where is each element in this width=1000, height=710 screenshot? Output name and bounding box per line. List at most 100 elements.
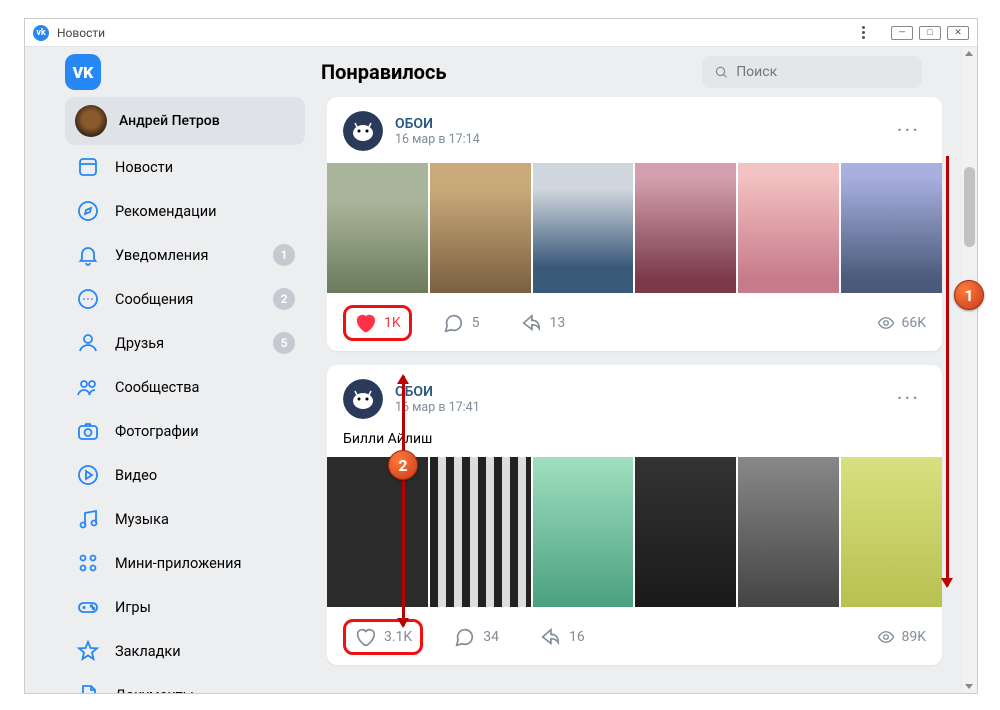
sidebar-label: Музыка	[115, 511, 295, 528]
maximize-button[interactable]: □	[919, 26, 941, 40]
sidebar-item-messages[interactable]: Сообщения 2	[65, 277, 305, 321]
comment-count: 5	[472, 315, 480, 331]
search-input[interactable]	[736, 64, 910, 80]
sidebar-label: Сообщения	[115, 291, 259, 308]
share-icon	[539, 626, 561, 648]
views: 89K	[877, 628, 926, 646]
gallery-image[interactable]	[327, 163, 428, 293]
post-more-icon[interactable]: ···	[897, 119, 926, 144]
star-icon	[75, 638, 101, 664]
heart-icon	[354, 626, 376, 648]
share-button[interactable]: 16	[529, 622, 595, 652]
app-window: vk Новости — □ ✕ VK Понравилось	[24, 18, 978, 694]
sidebar-item-music[interactable]: Музыка	[65, 497, 305, 541]
sidebar-item-notifications[interactable]: Уведомления 1	[65, 233, 305, 277]
share-button[interactable]: 13	[510, 308, 576, 338]
gallery-image[interactable]	[841, 163, 942, 293]
avatar	[75, 105, 107, 137]
sidebar-item-groups[interactable]: Сообщества	[65, 365, 305, 409]
menu-kebab-icon[interactable]	[853, 26, 873, 39]
gallery-image[interactable]	[841, 457, 942, 607]
badge: 5	[273, 332, 295, 354]
sidebar-item-bookmarks[interactable]: Закладки	[65, 629, 305, 673]
post: ОБОИ 16 мар в 17:41 ··· Билли Айлиш	[327, 365, 942, 665]
post-date: 16 мар в 17:41	[395, 400, 480, 415]
comment-count: 34	[483, 629, 499, 645]
sidebar-label: Мини-приложения	[115, 555, 295, 572]
sidebar-item-miniapps[interactable]: Мини-приложения	[65, 541, 305, 585]
apps-icon	[75, 550, 101, 576]
sidebar-label: Уведомления	[115, 247, 259, 264]
profile-link[interactable]: Андрей Петров	[65, 97, 305, 145]
sidebar-label: Фотографии	[115, 423, 295, 440]
sidebar-item-video[interactable]: Видео	[65, 453, 305, 497]
annotation-arrow	[946, 156, 949, 586]
minimize-button[interactable]: —	[891, 26, 913, 40]
sidebar-item-documents[interactable]: Документы	[65, 673, 305, 693]
eye-icon	[877, 314, 895, 332]
scroll-up-icon[interactable]	[965, 51, 973, 56]
annotation-badge-2: 2	[388, 450, 418, 480]
page-title: Понравилось	[321, 60, 447, 84]
share-icon	[520, 312, 542, 334]
post-text: Билли Айлиш	[327, 431, 942, 457]
gallery-image[interactable]	[327, 457, 428, 607]
close-button[interactable]: ✕	[947, 26, 969, 40]
sidebar-label: Закладки	[115, 643, 295, 660]
viewport: VK Понравилось Андрей Петров Новост	[25, 47, 977, 693]
post-more-icon[interactable]: ···	[897, 387, 926, 412]
window-controls: — □ ✕	[891, 26, 969, 40]
vk-logo-icon[interactable]: VK	[65, 54, 101, 90]
play-icon	[75, 462, 101, 488]
post-author[interactable]: ОБОИ	[395, 116, 480, 132]
annotation-arrow	[402, 376, 405, 626]
eye-icon	[877, 628, 895, 646]
comment-button[interactable]: 34	[443, 622, 509, 652]
view-count: 66K	[901, 315, 926, 331]
sidebar-item-photos[interactable]: Фотографии	[65, 409, 305, 453]
bell-icon	[75, 242, 101, 268]
scrollbar[interactable]	[962, 47, 977, 693]
sidebar-label: Друзья	[115, 335, 259, 352]
comment-icon	[453, 626, 475, 648]
sidebar-item-recommendations[interactable]: Рекомендации	[65, 189, 305, 233]
sidebar-label: Игры	[115, 599, 295, 616]
topbar: VK Понравилось	[25, 47, 962, 97]
gallery-image[interactable]	[635, 163, 736, 293]
music-icon	[75, 506, 101, 532]
comment-button[interactable]: 5	[432, 308, 490, 338]
post-author[interactable]: ОБОИ	[395, 384, 480, 400]
sidebar-label: Новости	[115, 159, 295, 176]
search-icon	[714, 64, 728, 80]
views: 66K	[877, 314, 926, 332]
news-icon	[75, 154, 101, 180]
annotation-badge-1: 1	[954, 280, 984, 310]
scroll-thumb[interactable]	[964, 167, 975, 247]
like-button[interactable]: 1K	[343, 305, 412, 341]
gallery-image[interactable]	[533, 163, 634, 293]
like-button[interactable]: 3.1K	[343, 619, 423, 655]
post-avatar[interactable]	[343, 111, 383, 151]
like-count: 1K	[384, 315, 401, 331]
gallery-image[interactable]	[430, 457, 531, 607]
sidebar-item-friends[interactable]: Друзья 5	[65, 321, 305, 365]
sidebar-item-games[interactable]: Игры	[65, 585, 305, 629]
gallery-image[interactable]	[430, 163, 531, 293]
comment-icon	[442, 312, 464, 334]
gallery-image[interactable]	[738, 163, 839, 293]
search-box[interactable]	[702, 56, 922, 88]
heart-icon	[354, 312, 376, 334]
gallery-image[interactable]	[533, 457, 634, 607]
post: ОБОИ 16 мар в 17:14 ···	[327, 97, 942, 351]
sidebar-item-news[interactable]: Новости	[65, 145, 305, 189]
user-icon	[75, 330, 101, 356]
gallery-image[interactable]	[635, 457, 736, 607]
post-gallery	[327, 163, 942, 293]
post-avatar[interactable]	[343, 379, 383, 419]
gallery-image[interactable]	[738, 457, 839, 607]
titlebar: vk Новости — □ ✕	[25, 19, 977, 47]
post-date: 16 мар в 17:14	[395, 132, 480, 147]
compass-icon	[75, 198, 101, 224]
scroll-down-icon[interactable]	[965, 684, 973, 689]
sidebar-label: Сообщества	[115, 379, 295, 396]
